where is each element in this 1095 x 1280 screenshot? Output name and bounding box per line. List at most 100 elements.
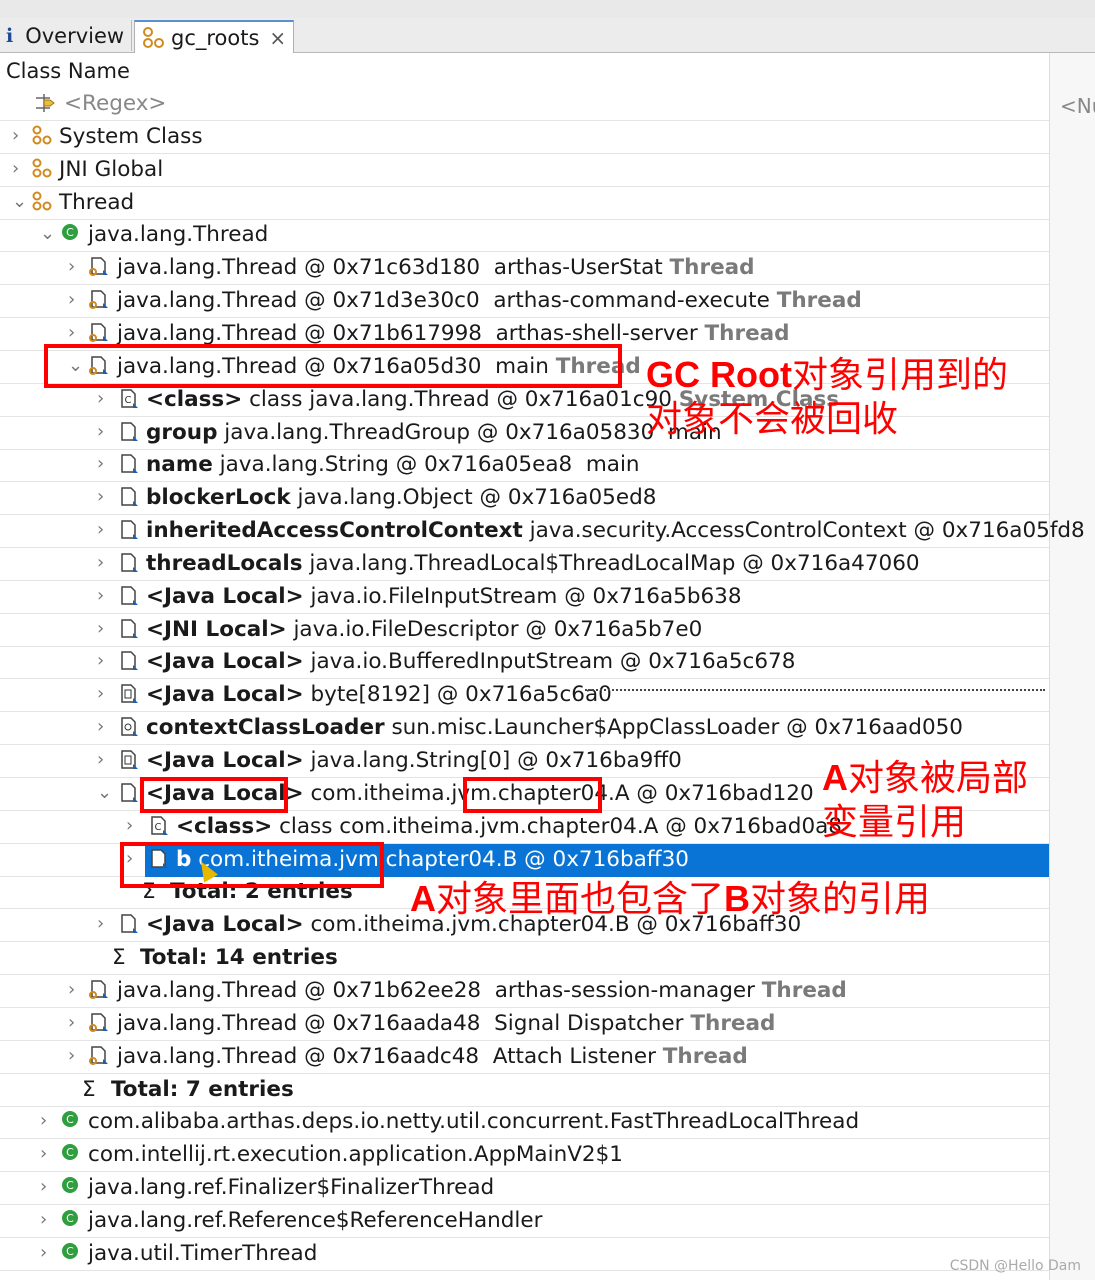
tree-row[interactable]: › java.lang.Thread @ 0x71b62ee28 arthas-s… [0,975,1049,1008]
field-name: blockerLock [146,485,291,511]
annotation-a-contains-b: A对象里面也包含了B对象的引用 [410,878,931,920]
column-header-class-name[interactable]: Class Name [0,53,1050,89]
tree-row[interactable]: › java.lang.Thread @ 0x71c63d180 arthas-U… [0,252,1049,286]
tab-overview[interactable]: i Overview [0,20,132,51]
tree-row[interactable]: › Ccom.intellij.rt.execution.application.… [0,1139,1049,1173]
row-label: com.intellij.rt.execution.application.Ap… [88,1142,623,1167]
tree-row[interactable]: ⌄ Cjava.lang.Thread [0,219,1049,253]
chevron-right-icon[interactable]: › [97,683,111,704]
annotation-a-local: A对象被局部 变量引用 [822,757,1029,843]
object-icon [118,618,140,640]
tree-row[interactable]: ⌄ Thread [0,187,1049,220]
tree-row[interactable]: › Ccom.alibaba.arthas.deps.io.netty.util.… [0,1106,1049,1140]
tree-row[interactable]: › contextClassLoader sun.misc.Launcher$Ap… [0,712,1049,746]
chevron-right-icon[interactable]: › [12,125,26,146]
total-row[interactable]: Σ Total: 14 entries [0,942,1049,976]
chevron-right-icon[interactable]: › [12,158,26,179]
column-header-label: Class Name [6,59,130,83]
class-icon: C [60,1209,82,1231]
chevron-right-icon[interactable]: › [97,519,111,540]
total-label: Total: 14 entries [140,945,338,971]
sigma-icon: Σ [112,945,126,971]
chevron-right-icon[interactable]: › [40,1242,54,1263]
chevron-right-icon[interactable]: › [97,618,111,639]
close-icon[interactable]: × [269,26,286,50]
tree-row[interactable]: › java.lang.Thread @ 0x71d3e30c0 arthas-c… [0,285,1049,319]
regex-filter-input[interactable]: <Regex> [64,91,166,116]
thread-object-icon [88,1012,110,1034]
row-label: java.lang.ref.Finalizer$FinalizerThread [88,1175,494,1200]
svg-text:C: C [66,1179,74,1192]
tree-row[interactable]: › name java.lang.String @ 0x716a05ea8 mai… [0,449,1049,483]
tab-gc-roots[interactable]: gc_roots × [134,20,294,53]
tree-row[interactable]: › blockerLock java.lang.Object @ 0x716a05… [0,482,1049,516]
class-icon: C [60,223,82,245]
object-icon [118,486,140,508]
chevron-right-icon[interactable]: › [97,453,111,474]
tree-row[interactable]: › System Class [0,121,1049,154]
chevron-right-icon[interactable]: › [68,322,82,343]
gc-root-type: Thread [662,1043,748,1069]
tree-row[interactable]: › java.lang.Thread @ 0x716aadc48 Attach L… [0,1041,1049,1074]
tree-row[interactable]: › <Java Local> byte[8192] @ 0x716a5c6a0 [0,679,1049,713]
row-label: java.lang.Thread @ 0x716aada48 Signal Di… [117,1011,775,1036]
second-column: <Nu [1049,53,1095,1280]
highlight-chapter04-a [463,777,602,813]
chevron-right-icon[interactable]: › [97,585,111,606]
chevron-right-icon[interactable]: › [97,486,111,507]
gc-root-type: Thread [704,320,790,346]
object-icon [118,913,140,935]
chevron-right-icon[interactable]: › [97,716,111,737]
tree-row[interactable]: › <Java Local> java.io.BufferedInputStrea… [0,646,1049,680]
chevron-right-icon[interactable]: › [40,1176,54,1197]
chevron-right-icon[interactable]: › [68,1045,82,1066]
object-description: java.lang.ref.Reference$ReferenceHandler [88,1207,543,1233]
array-object-icon [118,749,140,771]
chevron-right-icon[interactable]: › [97,421,111,442]
tree-row[interactable]: › <JNI Local> java.io.FileDescriptor @ 0x… [0,614,1049,647]
chevron-right-icon[interactable]: › [68,979,82,1000]
class-icon: C [60,1176,82,1198]
chevron-right-icon[interactable]: › [97,650,111,671]
field-name: <class> [176,813,273,839]
numeric-filter[interactable]: <Nu [1060,94,1095,118]
class-icon: C [60,1143,82,1165]
chevron-right-icon[interactable]: › [40,1209,54,1230]
gc-root-type: Thread [669,255,755,281]
chevron-down-icon[interactable]: ⌄ [12,191,27,212]
chevron-down-icon[interactable]: ⌄ [40,223,55,244]
tree-row[interactable]: › threadLocals java.lang.ThreadLocal$Thre… [0,548,1049,581]
tree-row[interactable]: › <Java Local> java.io.FileInputStream @ … [0,581,1049,614]
chevron-right-icon[interactable]: › [97,913,111,934]
row-label: <class> class com.itheima.jvm.chapter04.… [176,814,842,839]
thread-object-icon [88,322,110,344]
field-name: <Java Local> [146,682,304,708]
tree-row[interactable]: › JNI Global [0,154,1049,187]
chevron-right-icon[interactable]: › [97,749,111,770]
chevron-right-icon[interactable]: › [97,388,111,409]
gc-root-type: Thread [690,1010,776,1036]
svg-text:C: C [66,1146,74,1159]
row-label: <Java Local> java.lang.String[0] @ 0x716… [146,748,682,773]
chevron-down-icon[interactable]: ⌄ [97,782,112,803]
highlight-java-local [140,777,288,813]
chevron-right-icon[interactable]: › [68,1012,82,1033]
chevron-right-icon[interactable]: › [97,552,111,573]
field-name: name [146,452,213,478]
chevron-right-icon[interactable]: › [68,289,82,310]
field-name: threadLocals [146,550,303,576]
total-row[interactable]: Σ Total: 7 entries [0,1074,1049,1107]
class-icon: C [60,1110,82,1132]
chevron-right-icon[interactable]: › [68,256,82,277]
chevron-right-icon[interactable]: › [126,815,140,836]
object-description: com.intellij.rt.execution.application.Ap… [88,1142,623,1168]
tree-row[interactable]: › Cjava.util.TimerThread [0,1238,1049,1271]
tree-row[interactable]: › Cjava.lang.ref.Reference$ReferenceHandl… [0,1205,1049,1238]
watermark: CSDN @Hello Dam [949,1258,1081,1274]
chevron-right-icon[interactable]: › [40,1143,54,1164]
regex-filter-row[interactable]: <Regex> [0,88,1049,121]
chevron-right-icon[interactable]: › [40,1110,54,1131]
tree-row[interactable]: › java.lang.Thread @ 0x716aada48 Signal D… [0,1008,1049,1041]
tree-row[interactable]: › Cjava.lang.ref.Finalizer$FinalizerThrea… [0,1172,1049,1206]
tree-row[interactable]: › inheritedAccessControlContext java.secu… [0,515,1085,549]
